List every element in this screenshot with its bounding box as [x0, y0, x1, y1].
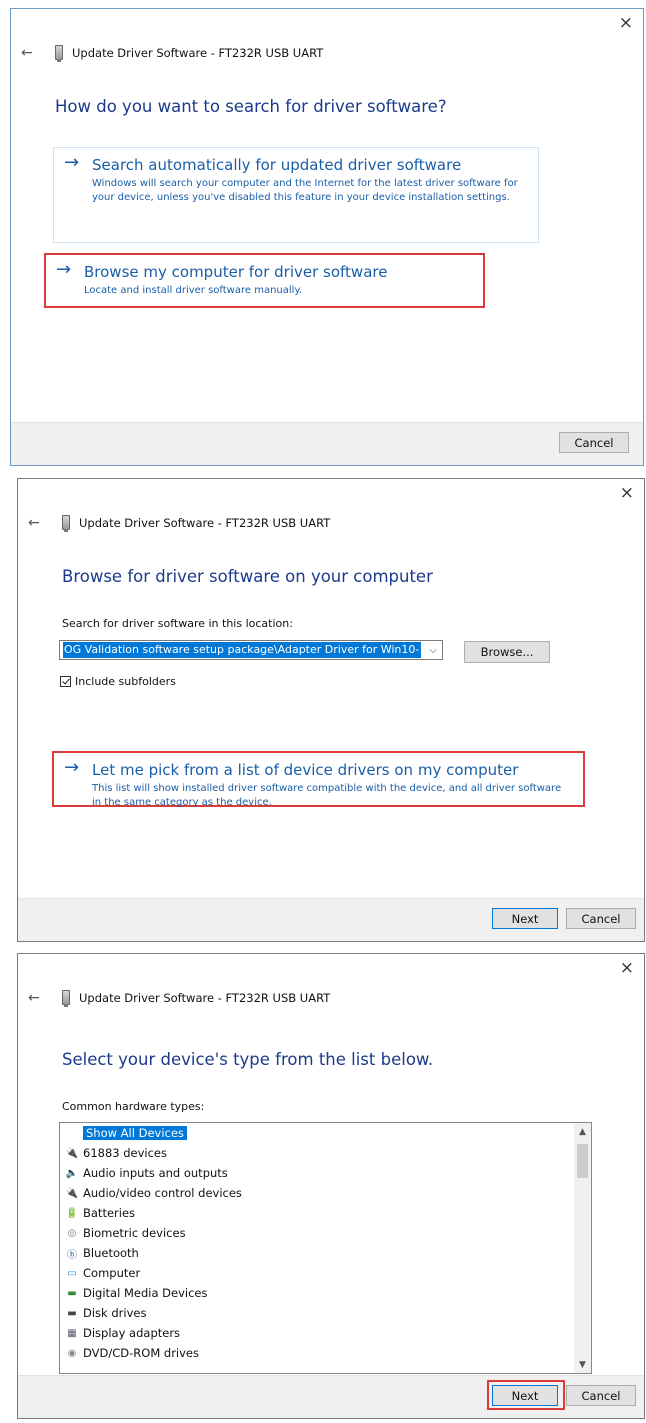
list-item-label: Audio inputs and outputs	[83, 1166, 228, 1180]
browse-my-computer-option[interactable]: → Browse my computer for driver software…	[44, 253, 485, 308]
list-item-label: Bluetooth	[83, 1246, 139, 1260]
cancel-button[interactable]: Cancel	[559, 432, 629, 453]
include-subfolders-checkbox[interactable]	[60, 676, 71, 687]
window-title: Update Driver Software - FT232R USB UART	[62, 990, 331, 1007]
page-heading: Select your device's type from the list …	[62, 1050, 434, 1069]
display-adapter-icon: ▦	[67, 1327, 77, 1339]
arrow-right-icon: →	[56, 259, 72, 280]
list-item[interactable]: ▭ Computer	[60, 1263, 591, 1283]
dialog-select-device-type: × ← Update Driver Software - FT232R USB …	[17, 953, 645, 1419]
bluetooth-icon: ⓑ	[67, 1249, 77, 1261]
disk-drive-icon: ▬	[67, 1307, 77, 1319]
speaker-icon: 🔈	[65, 1167, 79, 1179]
close-icon[interactable]: ×	[620, 960, 634, 977]
window-title-text: Update Driver Software - FT232R USB UART	[79, 515, 331, 530]
list-item[interactable]: 🔌 61883 devices	[60, 1143, 591, 1163]
monitor-icon: ▭	[67, 1267, 77, 1279]
list-item-label: Batteries	[83, 1206, 136, 1220]
back-arrow-icon[interactable]: ←	[28, 991, 40, 1005]
dvd-drive-icon: ◉	[67, 1347, 77, 1359]
dialog-footer: Next Cancel	[18, 898, 644, 941]
include-subfolders-row[interactable]: Include subfolders	[60, 675, 176, 688]
list-item-label: DVD/CD-ROM drives	[83, 1346, 199, 1360]
option-title: Browse my computer for driver software	[84, 263, 388, 281]
page-heading: How do you want to search for driver sof…	[55, 97, 447, 116]
list-item[interactable]: ◎ Biometric devices	[60, 1223, 591, 1243]
hardware-types-label: Common hardware types:	[62, 1100, 205, 1113]
list-item[interactable]: Show All Devices	[60, 1123, 591, 1143]
window-title-text: Update Driver Software - FT232R USB UART	[72, 45, 324, 60]
usb-device-icon	[62, 990, 70, 1007]
list-item-label: Disk drives	[83, 1306, 147, 1320]
list-item-label: Digital Media Devices	[83, 1286, 208, 1300]
list-item-label: Show All Devices	[83, 1126, 187, 1140]
next-button[interactable]: Next	[492, 908, 558, 929]
option-description: This list will show installed driver sof…	[92, 783, 562, 808]
list-item[interactable]: ⓑ Bluetooth	[60, 1243, 591, 1263]
cancel-button[interactable]: Cancel	[566, 908, 636, 929]
list-item-label: Audio/video control devices	[83, 1186, 242, 1200]
scroll-down-icon[interactable]: ▼	[574, 1356, 591, 1373]
list-item-label: Computer	[83, 1266, 141, 1280]
list-item[interactable]: ▬ Disk drives	[60, 1303, 591, 1323]
close-icon[interactable]: ×	[619, 15, 633, 32]
scroll-up-icon[interactable]: ▲	[574, 1123, 591, 1140]
scrollbar[interactable]: ▲ ▼	[574, 1123, 591, 1373]
plug-icon: 🔌	[65, 1147, 79, 1159]
usb-device-icon	[55, 45, 63, 62]
browse-button[interactable]: Browse...	[464, 641, 550, 663]
search-location-combobox[interactable]: OG Validation software setup package\Ada…	[59, 640, 443, 660]
back-arrow-icon[interactable]: ←	[21, 46, 33, 60]
next-button[interactable]: Next	[492, 1385, 558, 1406]
media-device-icon: ▬	[67, 1287, 77, 1299]
pick-from-list-option[interactable]: → Let me pick from a list of device driv…	[52, 751, 585, 808]
dialog-browse-location: × ← Update Driver Software - FT232R USB …	[17, 478, 645, 942]
window-title: Update Driver Software - FT232R USB UART	[62, 515, 331, 532]
dialog-footer: Next Cancel	[18, 1375, 644, 1418]
plug-icon: 🔌	[65, 1187, 79, 1199]
chevron-down-icon[interactable]: ⌵	[424, 645, 442, 656]
arrow-right-icon: →	[64, 757, 80, 778]
search-location-label: Search for driver software in this locat…	[62, 617, 293, 630]
list-item-label: 61883 devices	[83, 1146, 168, 1160]
option-description: Locate and install driver software manua…	[84, 285, 303, 296]
list-item[interactable]: ▦ Display adapters	[60, 1323, 591, 1343]
option-title: Search automatically for updated driver …	[92, 156, 462, 174]
back-arrow-icon[interactable]: ←	[28, 516, 40, 530]
search-automatically-option[interactable]: → Search automatically for updated drive…	[53, 147, 539, 243]
list-item-label: Display adapters	[83, 1326, 181, 1340]
list-item[interactable]: 🔌 Audio/video control devices	[60, 1183, 591, 1203]
list-item[interactable]: 🔋 Batteries	[60, 1203, 591, 1223]
dialog-footer: Cancel	[11, 422, 643, 465]
hardware-types-listbox[interactable]: Show All Devices 🔌 61883 devices 🔈 Audio inp…	[59, 1122, 592, 1374]
scrollbar-thumb[interactable]	[577, 1144, 588, 1178]
cancel-button[interactable]: Cancel	[566, 1385, 636, 1406]
fingerprint-icon: ◎	[67, 1227, 77, 1239]
window-title: Update Driver Software - FT232R USB UART	[55, 45, 324, 62]
option-description: Windows will search your computer and th…	[92, 178, 518, 203]
list-item[interactable]: ◉ DVD/CD-ROM drives	[60, 1343, 591, 1363]
list-item[interactable]: 🔈 Audio inputs and outputs	[60, 1163, 591, 1183]
window-title-text: Update Driver Software - FT232R USB UART	[79, 990, 331, 1005]
list-item-label: Biometric devices	[83, 1226, 186, 1240]
page-heading: Browse for driver software on your compu…	[62, 567, 433, 586]
search-location-input[interactable]: OG Validation software setup package\Ada…	[63, 642, 421, 658]
list-item[interactable]: ▬ Digital Media Devices	[60, 1283, 591, 1303]
usb-device-icon	[62, 515, 70, 532]
option-title: Let me pick from a list of device driver…	[92, 761, 519, 779]
include-subfolders-label: Include subfolders	[75, 675, 176, 688]
arrow-right-icon: →	[64, 152, 80, 173]
battery-icon: 🔋	[65, 1207, 79, 1219]
close-icon[interactable]: ×	[620, 485, 634, 502]
dialog-search-method: × ← Update Driver Software - FT232R USB …	[10, 8, 644, 466]
